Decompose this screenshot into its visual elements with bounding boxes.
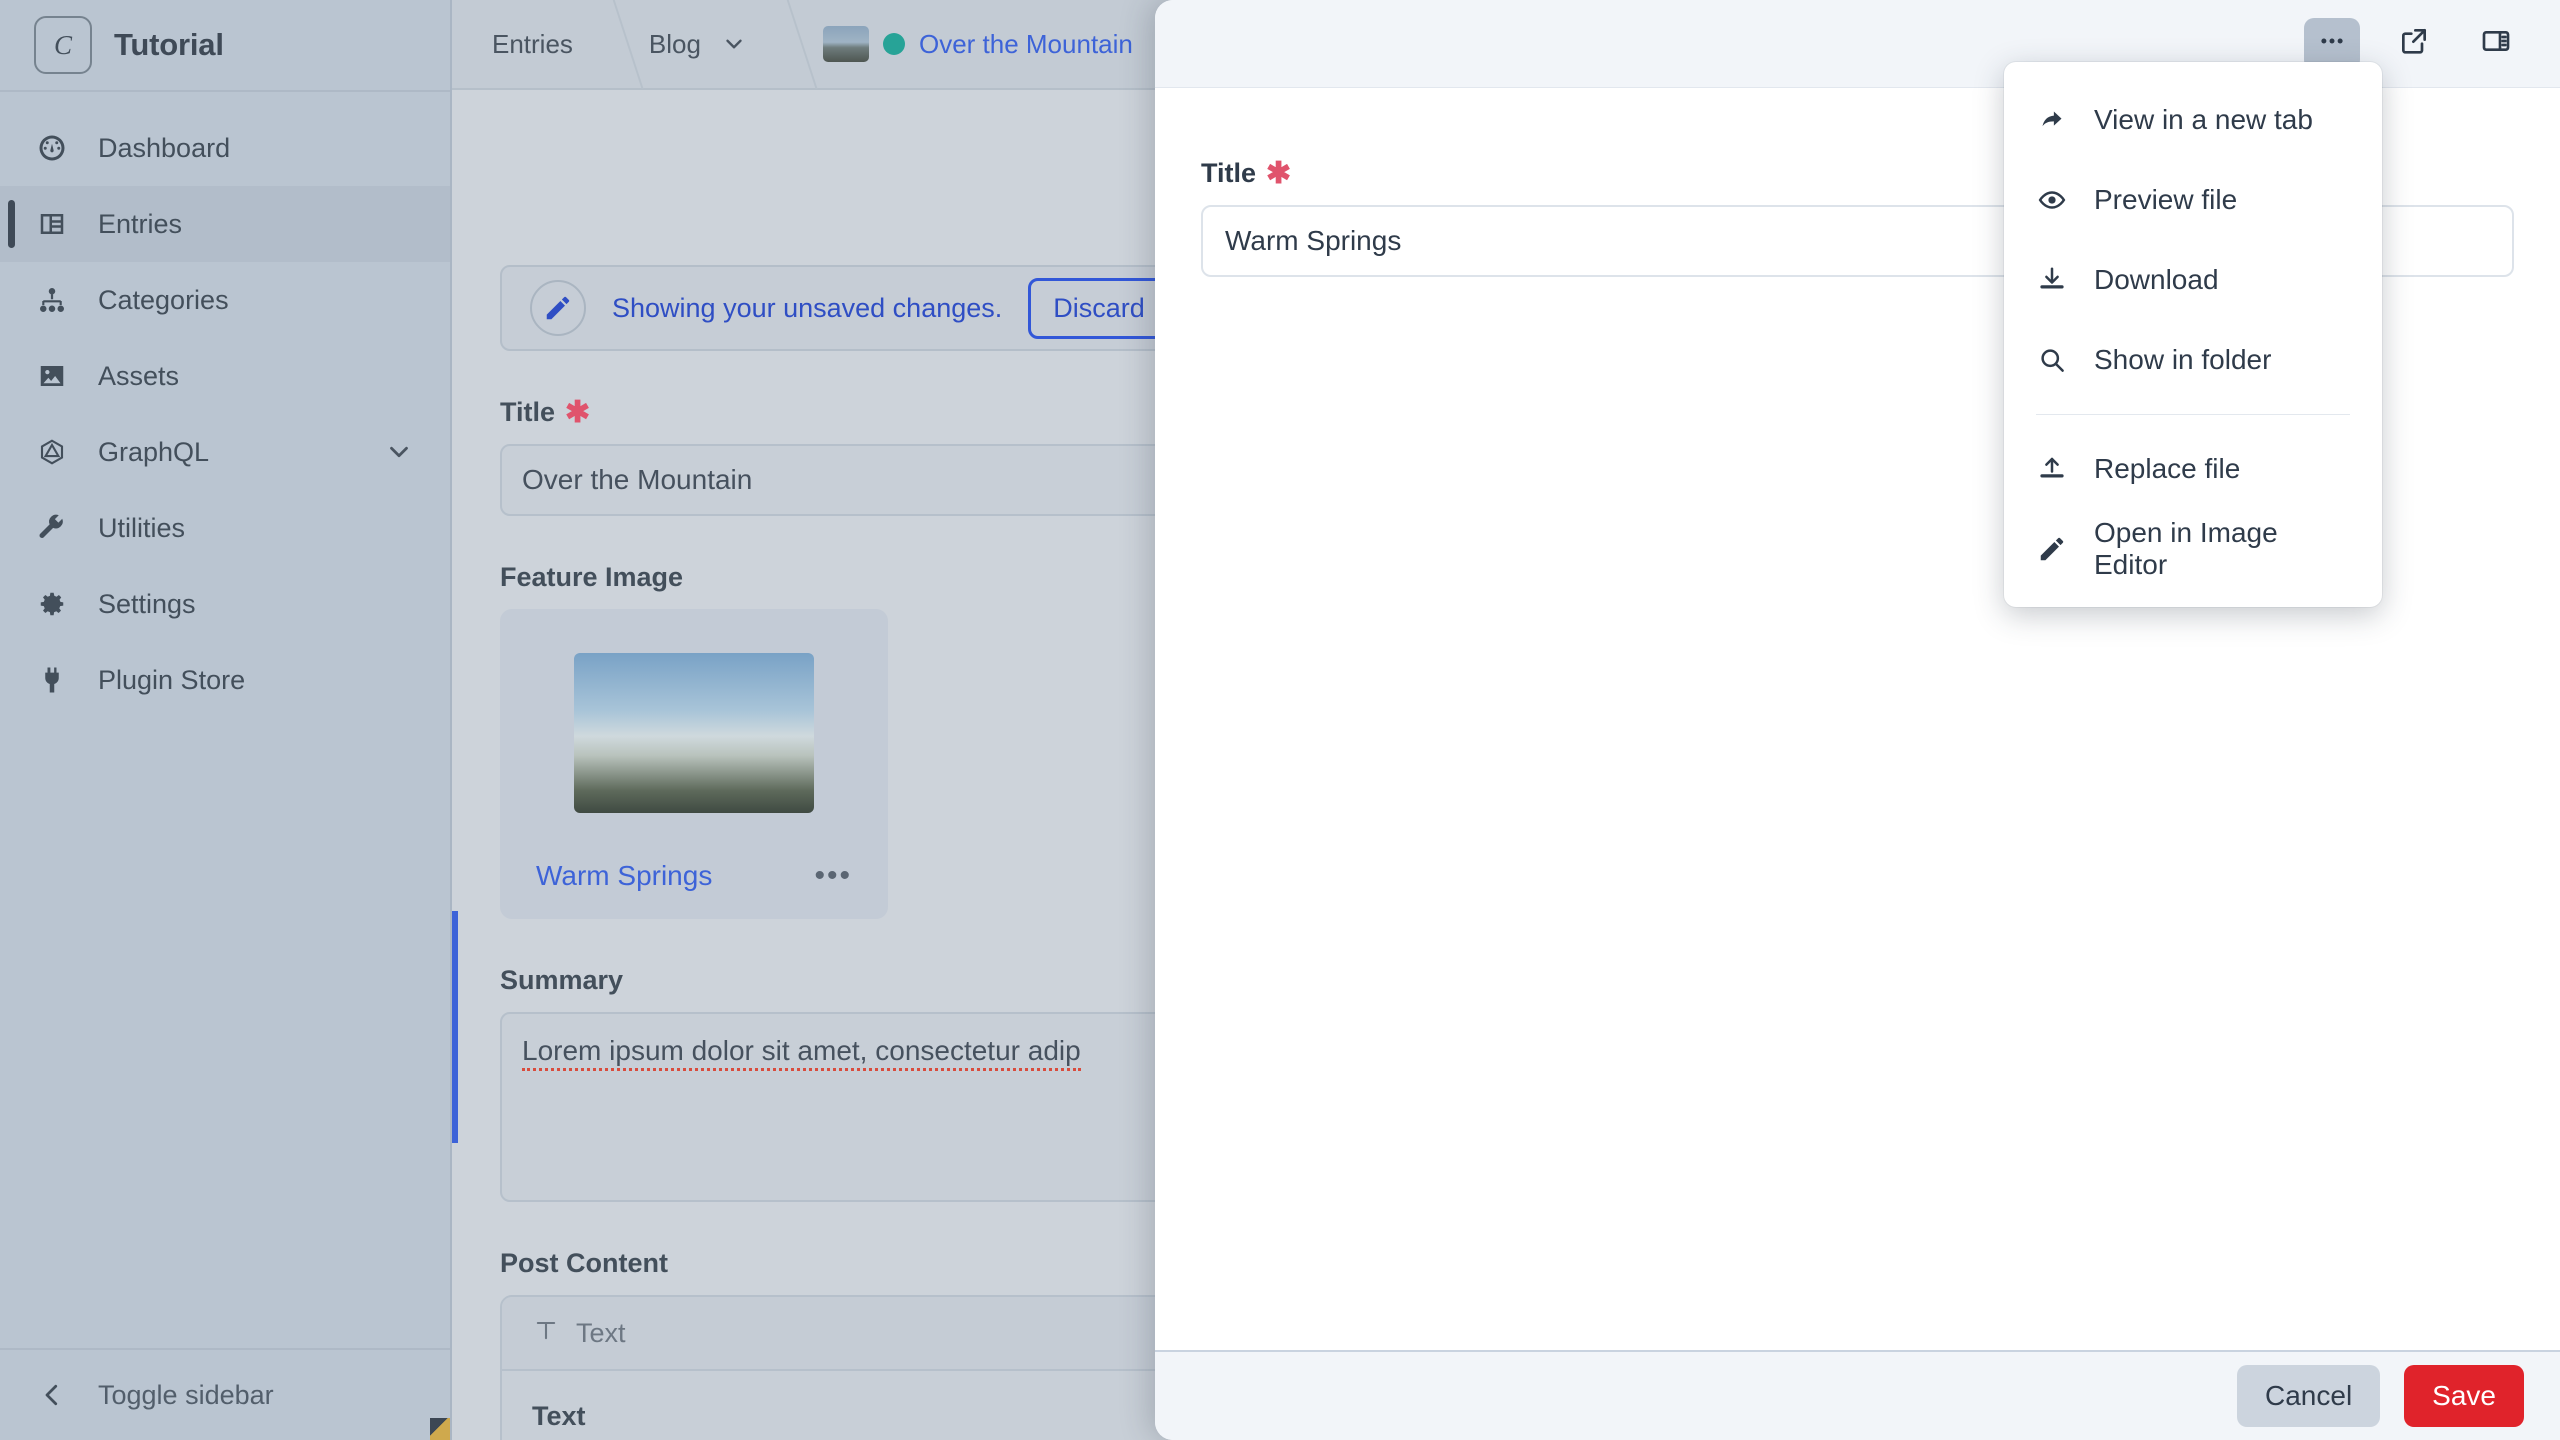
download-icon — [2036, 264, 2068, 296]
status-badge — [882, 33, 905, 55]
toggle-sidebar-button[interactable]: Toggle sidebar — [0, 1348, 450, 1440]
site-logo-badge: C — [34, 16, 92, 74]
graphql-icon — [36, 436, 68, 468]
sidebar-item-entries[interactable]: Entries — [0, 186, 450, 262]
asset-thumbnail — [574, 653, 814, 813]
logo-letter: C — [53, 29, 72, 60]
sidebar-item-label: Utilities — [98, 512, 186, 543]
field-label-text: Title — [1201, 158, 1257, 188]
sidebar-item-label: Assets — [98, 360, 180, 391]
menu-item-show-in-folder[interactable]: Show in folder — [2004, 320, 2382, 400]
pencil-icon — [2036, 533, 2068, 565]
menu-item-label: Preview file — [2094, 184, 2238, 215]
asset-name-link[interactable]: Warm Springs — [536, 860, 712, 892]
panel-toggle-icon — [2480, 25, 2512, 62]
sidebar-item-graphql[interactable]: GraphQL — [0, 414, 450, 490]
breadcrumb-label: Blog — [648, 28, 701, 59]
chevron-down-icon[interactable] — [721, 31, 747, 57]
sidebar-item-label: Entries — [98, 208, 183, 239]
title-input-value: Over the Mountain — [522, 464, 753, 495]
unsaved-changes-text: Showing your unsaved changes. — [612, 292, 1003, 323]
eye-icon — [2036, 184, 2068, 216]
asset-action-context-menu: View in a new tab Preview file Download — [2004, 62, 2382, 607]
sidebar-item-plugin-store[interactable]: Plugin Store — [0, 642, 450, 718]
settings-icon — [36, 588, 68, 620]
menu-item-download[interactable]: Download — [2004, 240, 2382, 320]
plugin-store-icon — [36, 664, 68, 696]
sidebar-item-categories[interactable]: Categories — [0, 262, 450, 338]
categories-icon — [36, 284, 68, 316]
app-root: C Tutorial Dashboard Entries Categories … — [0, 0, 2560, 1440]
save-button[interactable]: Save — [2404, 1365, 2524, 1427]
menu-item-preview-file[interactable]: Preview file — [2004, 160, 2382, 240]
menu-item-label: Open in Image Editor — [2094, 517, 2278, 580]
discard-changes-button[interactable]: Discard — [1028, 277, 1170, 339]
matrix-block-type: Text — [576, 1317, 626, 1348]
cancel-button[interactable]: Cancel — [2237, 1365, 2381, 1427]
entries-icon — [36, 208, 68, 240]
open-in-new-tab-button[interactable] — [2386, 18, 2442, 70]
sidebar-item-dashboard[interactable]: Dashboard — [0, 110, 450, 186]
sidebar-item-utilities[interactable]: Utilities — [0, 490, 450, 566]
search-icon — [2036, 344, 2068, 376]
assets-icon — [36, 360, 68, 392]
site-name: Tutorial — [114, 27, 224, 62]
menu-separator — [2036, 414, 2350, 415]
chevron-left-icon — [36, 1379, 68, 1411]
field-label-text: Title — [500, 397, 556, 427]
toggle-sidebar-label: Toggle sidebar — [98, 1379, 274, 1410]
dev-mode-stripe — [430, 1418, 450, 1440]
utilities-icon — [36, 512, 68, 544]
ellipsis-icon[interactable]: ••• — [814, 859, 852, 893]
entry-thumbnail — [822, 26, 869, 62]
menu-item-label: Show in folder — [2094, 344, 2272, 375]
ellipsis-icon — [2317, 26, 2347, 61]
breadcrumb-section[interactable]: Blog — [607, 0, 781, 89]
field-label-text: Text — [532, 1401, 586, 1431]
sidebar-item-label: GraphQL — [98, 436, 210, 467]
menu-item-replace-file[interactable]: Replace file — [2004, 429, 2382, 509]
breadcrumb-label: Over the Mountain — [918, 28, 1133, 59]
required-marker: ✱ — [565, 395, 591, 429]
breadcrumb-current-entry[interactable]: Over the Mountain — [781, 0, 1167, 89]
sidebar-item-label: Settings — [98, 588, 196, 619]
menu-item-view-in-new-tab[interactable]: View in a new tab — [2004, 80, 2382, 160]
toggle-details-panel-button[interactable] — [2468, 18, 2524, 70]
sidebar-item-label: Categories — [98, 284, 229, 315]
sidebar-item-label: Plugin Store — [98, 664, 246, 695]
upload-icon — [2036, 453, 2068, 485]
required-marker: ✱ — [1266, 156, 1292, 190]
sidebar-item-label: Dashboard — [98, 132, 231, 163]
field-label-text: Summary — [500, 965, 624, 995]
breadcrumb-label: Entries — [492, 28, 573, 59]
menu-item-label: Download — [2094, 264, 2219, 295]
sidebar-nav: Dashboard Entries Categories Assets Grap… — [0, 92, 450, 1348]
menu-item-label: Replace file — [2094, 453, 2241, 484]
share-arrow-icon — [2036, 104, 2068, 136]
global-sidebar: C Tutorial Dashboard Entries Categories … — [0, 0, 452, 1440]
sidebar-header[interactable]: C Tutorial — [0, 0, 450, 92]
menu-item-open-in-image-editor[interactable]: Open in Image Editor — [2004, 509, 2382, 589]
external-link-icon — [2398, 25, 2430, 62]
menu-item-label: View in a new tab — [2094, 104, 2313, 135]
field-label-text: Post Content — [500, 1248, 668, 1278]
dashboard-icon — [36, 132, 68, 164]
slideout-footer: Cancel Save — [1155, 1350, 2560, 1440]
asset-card-footer: Warm Springs ••• — [536, 859, 852, 893]
summary-value: Lorem ipsum dolor sit amet, consectetur … — [522, 1035, 1081, 1071]
field-label-text: Feature Image — [500, 562, 684, 592]
slideout-title-value: Warm Springs — [1225, 225, 1402, 256]
text-type-icon — [532, 1316, 560, 1351]
sidebar-item-settings[interactable]: Settings — [0, 566, 450, 642]
pencil-icon — [530, 280, 586, 336]
breadcrumb-entries[interactable]: Entries — [452, 0, 607, 89]
sidebar-item-assets[interactable]: Assets — [0, 338, 450, 414]
chevron-down-icon[interactable] — [384, 437, 414, 467]
asset-card[interactable]: Warm Springs ••• — [500, 609, 888, 919]
